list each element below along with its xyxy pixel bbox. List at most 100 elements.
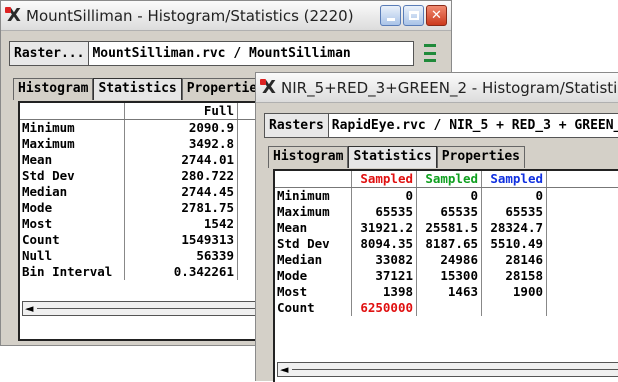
table-row: Std Dev 8094.35 8187.65 5510.49 <box>275 236 618 252</box>
row-value <box>482 300 547 316</box>
row-label: Minimum <box>275 188 352 204</box>
row-value: 56339 <box>125 248 238 264</box>
row-value: 65535 <box>417 204 482 220</box>
raster-path-field[interactable]: MountSilliman.rvc / MountSilliman <box>89 42 413 65</box>
row-value: 2744.45 <box>125 184 238 200</box>
tntmips-x-icon: X <box>5 4 21 26</box>
raster-selector: Raster... MountSilliman.rvc / MountSilli… <box>9 41 414 66</box>
row-label: Most <box>20 216 125 232</box>
table-row: Count 6250000 <box>275 300 618 316</box>
table-row: Most 1542 <box>20 216 276 232</box>
row-value: 8187.65 <box>417 236 482 252</box>
row-value: 0.342261 <box>125 264 238 280</box>
minimize-button[interactable] <box>380 5 401 26</box>
row-value: 28146 <box>482 252 547 268</box>
table-row: Median 2744.45 <box>20 184 276 200</box>
column-header-sampled-1: Sampled <box>352 171 417 187</box>
window-title: NIR_5+RED_3+GREEN_2 - Histogram/Statisti… <box>281 78 618 97</box>
row-value: 28158 <box>482 268 547 284</box>
row-value: 280.722 <box>125 168 238 184</box>
table-row: Bin Interval 0.342261 <box>20 264 276 280</box>
tab-histogram[interactable]: Histogram <box>268 146 349 168</box>
histogram-statistics-window-rapideye[interactable]: X NIR_5+RED_3+GREEN_2 - Histogram/Statis… <box>255 72 618 382</box>
maximize-icon <box>408 11 419 20</box>
table-row: Count 1549313 <box>20 232 276 248</box>
table-row: Minimum 2090.9 <box>20 120 276 136</box>
list-dropdown-icon[interactable] <box>422 44 438 62</box>
horizontal-scrollbar[interactable]: ◄ <box>22 301 272 316</box>
row-label: Mean <box>20 152 125 168</box>
tab-bar: Histogram Statistics Properties <box>13 78 271 100</box>
row-value: 24986 <box>417 252 482 268</box>
row-value: 2090.9 <box>125 120 238 136</box>
row-value: 0 <box>417 188 482 204</box>
row-value: 33082 <box>352 252 417 268</box>
row-label: Mode <box>275 268 352 284</box>
scroll-left-arrow-icon[interactable]: ◄ <box>280 364 288 375</box>
table-row: Most 1398 1463 1900 <box>275 284 618 300</box>
table-header-row: Full <box>20 103 276 120</box>
close-button[interactable]: ✕ <box>426 5 447 26</box>
column-header-sampled-3: Sampled <box>482 171 547 187</box>
raster-path-field[interactable]: RapidEye.rvc / NIR_5 + RED_3 + GREEN_2 <box>328 114 618 137</box>
raster-selector: Rasters RapidEye.rvc / NIR_5 + RED_3 + G… <box>264 113 618 138</box>
scroll-left-arrow-icon[interactable]: ◄ <box>25 303 33 314</box>
window-titlebar[interactable]: X NIR_5+RED_3+GREEN_2 - Histogram/Statis… <box>256 73 618 103</box>
statistics-table: Sampled Sampled Sampled Minimum 0 0 0 Maximum 6… <box>273 169 618 382</box>
tab-histogram[interactable]: Histogram <box>13 78 94 100</box>
table-row: Maximum 65535 65535 65535 <box>275 204 618 220</box>
row-label: Maximum <box>275 204 352 220</box>
row-label: Count <box>275 300 352 316</box>
row-value: 0 <box>352 188 417 204</box>
tab-statistics[interactable]: Statistics <box>93 78 182 100</box>
tab-properties[interactable]: Properties <box>436 146 526 168</box>
row-label: Mode <box>20 200 125 216</box>
row-label: Count <box>20 232 125 248</box>
row-value: 6250000 <box>352 300 417 316</box>
row-label: Mean <box>275 220 352 236</box>
table-row: Mean 2744.01 <box>20 152 276 168</box>
table-row: Maximum 3492.8 <box>20 136 276 152</box>
table-header-row: Sampled Sampled Sampled <box>275 171 618 188</box>
row-label: Maximum <box>20 136 125 152</box>
row-value: 37121 <box>352 268 417 284</box>
maximize-button[interactable] <box>403 5 424 26</box>
window-titlebar[interactable]: X MountSilliman - Histogram/Statistics (… <box>1 1 451 31</box>
tntmips-x-icon: X <box>260 76 276 98</box>
tab-bar: Histogram Statistics Properties <box>268 146 526 168</box>
row-value: 65535 <box>352 204 417 220</box>
row-value: 2744.01 <box>125 152 238 168</box>
row-value: 1542 <box>125 216 238 232</box>
row-label: Median <box>275 252 352 268</box>
row-value: 25581.5 <box>417 220 482 236</box>
row-label: Minimum <box>20 120 125 136</box>
minimize-icon <box>386 17 395 21</box>
table-row: Std Dev 280.722 <box>20 168 276 184</box>
raster-select-button[interactable]: Rasters <box>265 114 329 137</box>
row-value: 31921.2 <box>352 220 417 236</box>
raster-select-button[interactable]: Raster... <box>10 42 90 65</box>
column-header-sampled-2: Sampled <box>417 171 482 187</box>
close-icon: ✕ <box>431 8 442 23</box>
window-title: MountSilliman - Histogram/Statistics (22… <box>26 6 354 25</box>
column-header-full: Full <box>125 103 238 119</box>
tab-statistics[interactable]: Statistics <box>348 146 437 168</box>
table-row: Mean 31921.2 25581.5 28324.7 <box>275 220 618 236</box>
statistics-table: Full Minimum 2090.9 Maximum 3492.8 Mean 2744.… <box>18 101 278 341</box>
row-label: Std Dev <box>275 236 352 252</box>
row-value: 1900 <box>482 284 547 300</box>
row-value: 2781.75 <box>125 200 238 216</box>
row-value: 3492.8 <box>125 136 238 152</box>
row-value: 1463 <box>417 284 482 300</box>
row-label: Std Dev <box>20 168 125 184</box>
table-row: Minimum 0 0 0 <box>275 188 618 204</box>
row-value: 1398 <box>352 284 417 300</box>
horizontal-scrollbar[interactable]: ◄ <box>277 362 618 377</box>
row-value: 65535 <box>482 204 547 220</box>
row-label: Most <box>275 284 352 300</box>
table-row: Mode 2781.75 <box>20 200 276 216</box>
row-value: 0 <box>482 188 547 204</box>
row-value <box>417 300 482 316</box>
row-value: 8094.35 <box>352 236 417 252</box>
row-value: 1549313 <box>125 232 238 248</box>
